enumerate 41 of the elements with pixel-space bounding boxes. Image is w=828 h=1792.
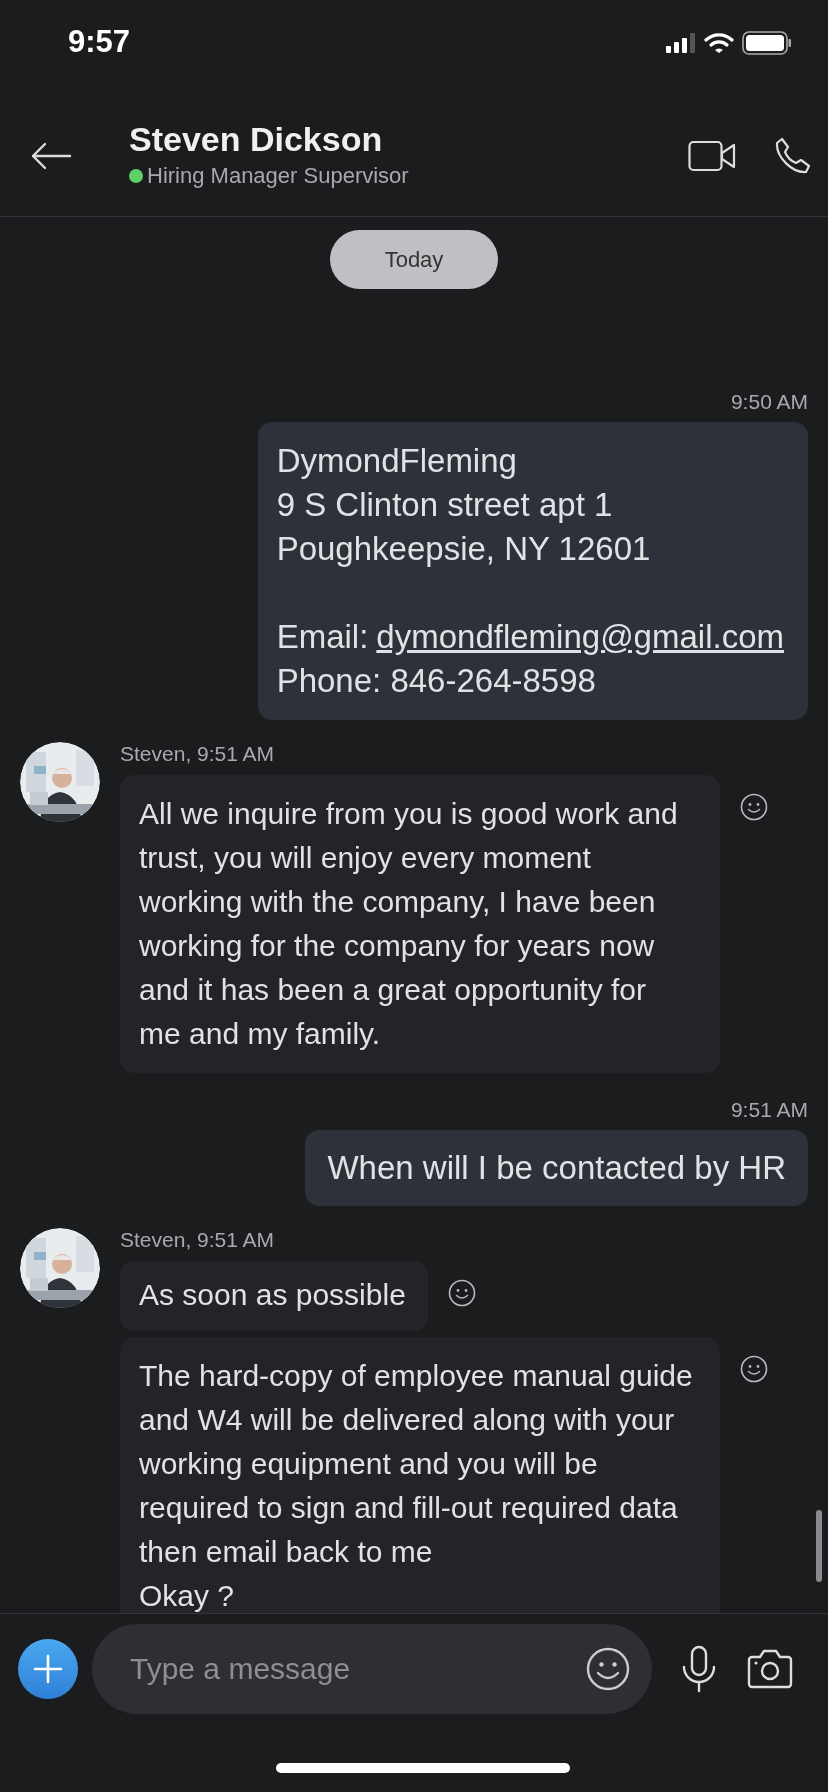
- address-text: DymondFleming 9 S Clinton street apt 1 Poughkeepsie, NY 12601: [276, 441, 652, 569]
- contact-name: Steven Dickson: [129, 118, 384, 160]
- plus-icon: [33, 1654, 63, 1684]
- phone-text: Phone: 846-264-8598: [276, 661, 597, 701]
- phone-call-button[interactable]: [774, 136, 810, 175]
- smiley-icon: [586, 1647, 630, 1691]
- add-button[interactable]: [18, 1639, 78, 1699]
- message-field[interactable]: Type a message: [92, 1624, 652, 1714]
- back-arrow-icon: [30, 141, 72, 170]
- message-bubble: All we inquire from you is good work and trust, you will enjoy every moment working with the company, I have been working for the company for years now and it has been a great opportunity for me and my family.: [120, 775, 720, 1073]
- back-button[interactable]: [30, 141, 72, 170]
- message-bubble: When will I be contacted by HR: [305, 1130, 808, 1206]
- date-divider: Today: [330, 230, 498, 289]
- message-time: 9:50 AM: [729, 389, 809, 415]
- smiley-icon: [740, 793, 768, 821]
- sender-label: Steven, 9:51 AM: [120, 742, 276, 766]
- message-time: 9:51 AM: [729, 1097, 809, 1123]
- microphone-icon: [680, 1645, 718, 1693]
- video-camera-icon: [688, 139, 736, 172]
- reaction-button[interactable]: [447, 1279, 476, 1307]
- email-label: Email:: [276, 617, 369, 657]
- email-link[interactable]: dymondfleming@gmail.com: [376, 615, 784, 659]
- microphone-button[interactable]: [680, 1645, 718, 1693]
- reaction-button[interactable]: [740, 793, 768, 821]
- smiley-icon: [740, 1355, 768, 1383]
- camera-icon: [746, 1648, 794, 1690]
- message-bubble: As soon as possible: [120, 1261, 428, 1331]
- camera-button[interactable]: [746, 1648, 794, 1690]
- wifi-icon: [704, 31, 734, 54]
- sender-label: Steven, 9:51 AM: [120, 1228, 276, 1252]
- clock: 9:57: [68, 23, 131, 62]
- video-call-button[interactable]: [688, 139, 736, 172]
- signal-icon: [666, 32, 696, 53]
- smiley-icon: [447, 1279, 476, 1307]
- contact-subtitle: Hiring Manager Supervisor: [147, 162, 409, 191]
- message-bubble: The hard-copy of employee manual guide and W4 will be delivered along with your working equipment and you will be required to sign and fill-out required data then email back to me Okay ?: [120, 1337, 720, 1613]
- emoji-button[interactable]: [586, 1647, 630, 1691]
- battery-icon: [742, 30, 792, 55]
- phone-icon: [774, 136, 810, 175]
- reaction-button[interactable]: [740, 1355, 768, 1383]
- scrollbar[interactable]: [816, 1510, 822, 1582]
